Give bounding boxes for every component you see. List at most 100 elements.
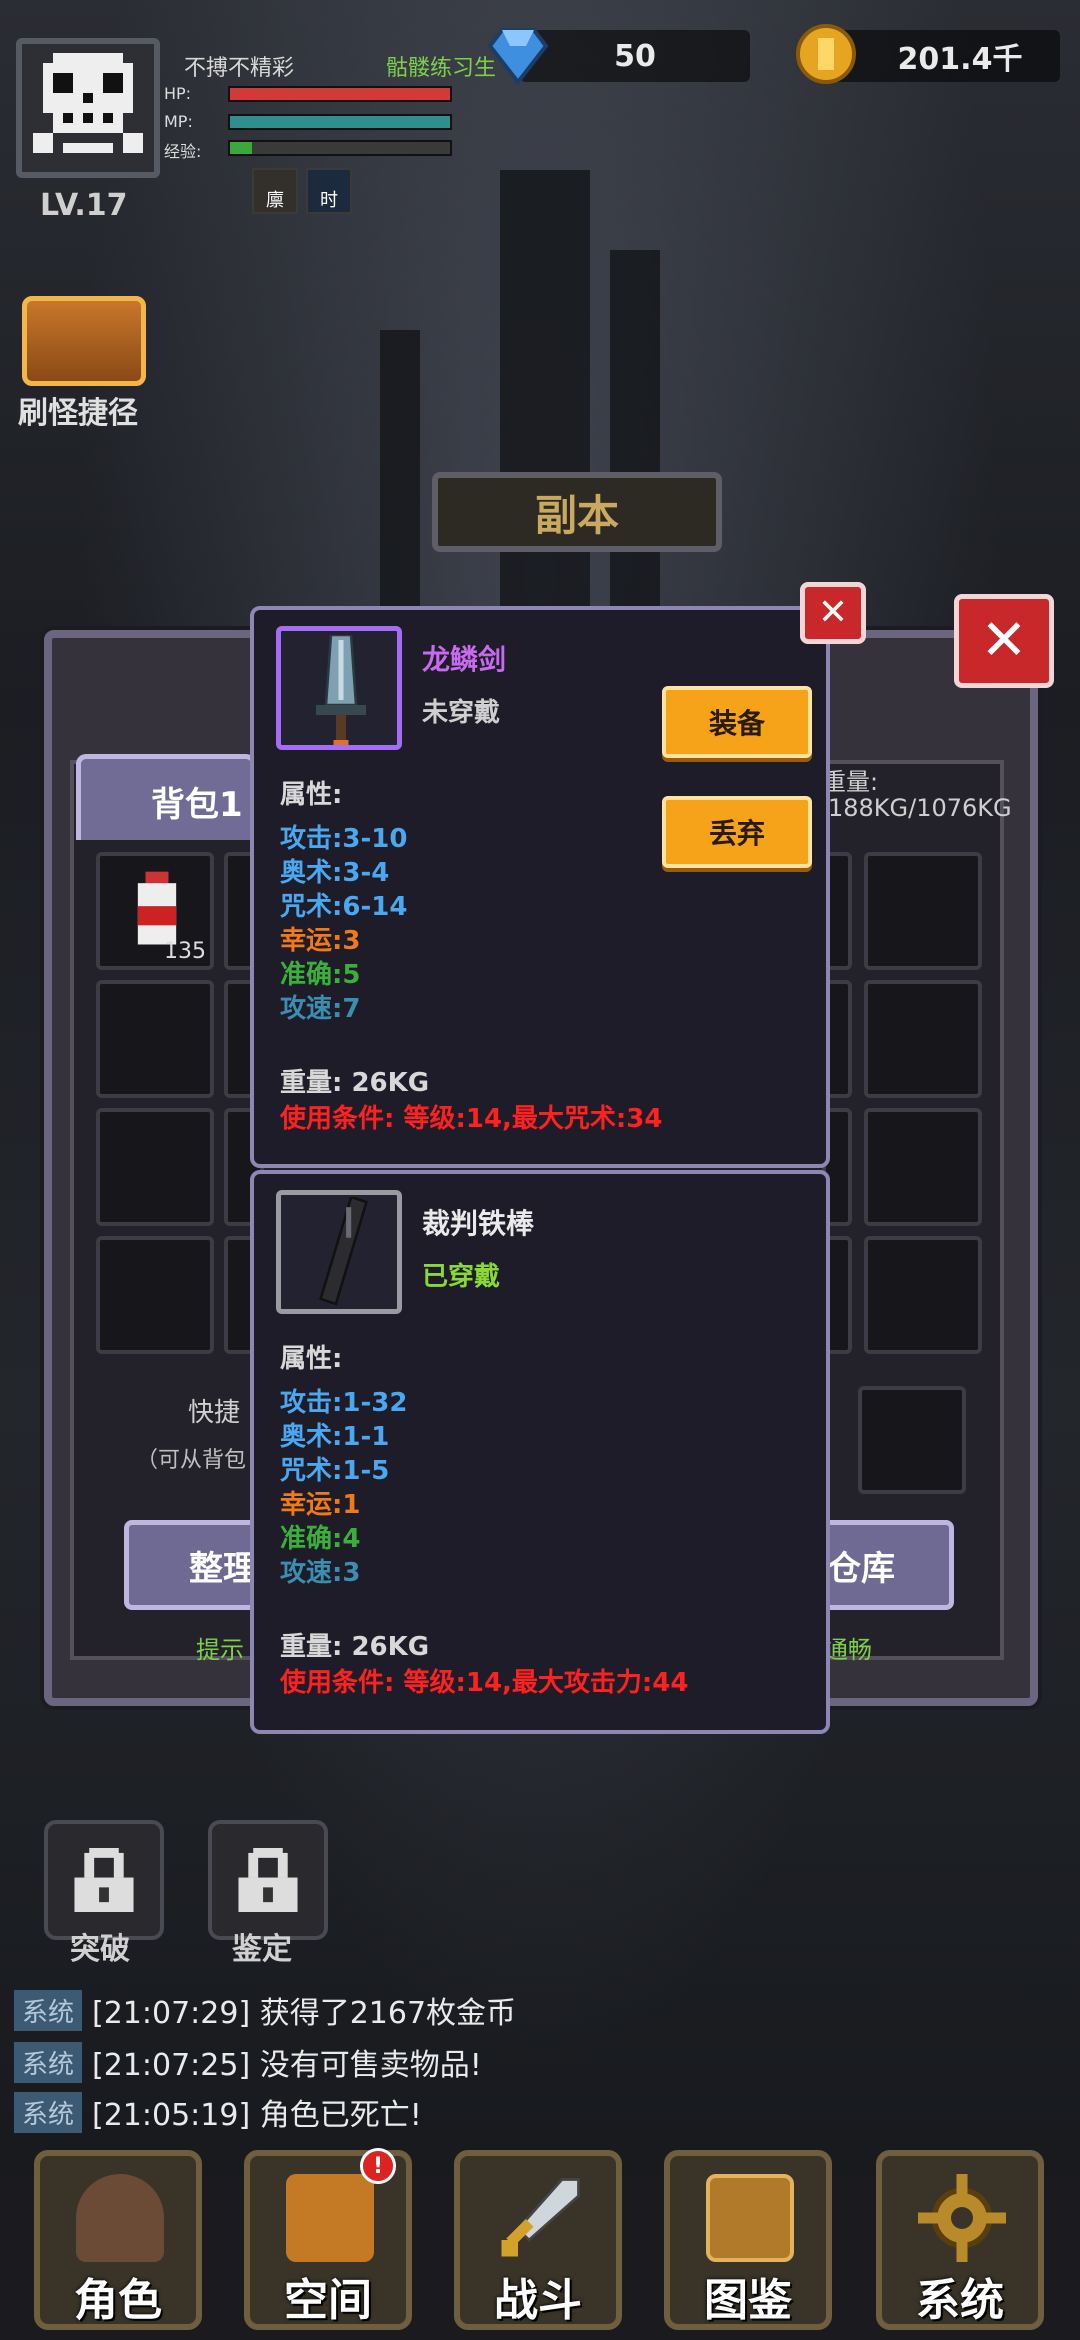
inventory-slot[interactable] [864,980,982,1098]
time-buff-icon[interactable]: 时 [306,168,352,214]
item-equip-state: 已穿戴 [422,1262,501,1292]
attributes-title: 属性: [280,1344,343,1374]
nav-space[interactable]: ! 空间 [244,2148,412,2330]
breakthrough-button[interactable] [44,1820,164,1940]
discard-button-label: 丢弃 [708,817,765,850]
notification-badge: ! [360,2148,396,2184]
player-title: 骷髅练习生 [386,56,497,81]
tooltip-close-button[interactable]: ✕ [800,582,866,644]
nav-battle-label: 战斗 [494,2275,582,2326]
nav-system[interactable]: 系统 [876,2150,1044,2330]
appraise-label: 鉴定 [232,1932,292,1967]
equip-button[interactable]: 装备 [662,686,812,758]
attr-attack: 攻击:1-32 [280,1388,408,1418]
backpack-weight-label: 重量: [822,768,879,796]
buff-icon[interactable]: 廪 [252,168,298,214]
chest-icon [286,2174,374,2262]
nav-codex-label: 图鉴 [704,2275,792,2326]
item-equip-state: 未穿戴 [422,698,501,728]
inventory-slot[interactable] [864,1108,982,1226]
gem-counter: 50 [520,30,750,82]
attr-curse: 咒术:1-5 [280,1456,390,1486]
log-tag: 系统 [14,2091,83,2133]
attr-arcane: 奥术:1-1 [280,1422,390,1452]
hp-label: HP: [164,84,192,103]
inventory-slot[interactable] [96,1236,214,1354]
log-entry: 系统 [21:07:25] 没有可售卖物品! [14,2041,482,2083]
inventory-slot[interactable] [96,980,214,1098]
exp-bar [228,140,452,156]
mp-bar-fill [230,116,450,128]
nav-system-label: 系统 [916,2275,1004,2326]
dungeon-button[interactable]: 副本 [432,472,722,552]
hp-bar-fill [230,88,450,100]
attr-arcane: 奥术:3-4 [280,858,390,888]
item-condition: 使用条件: 等级:14,最大攻击力:44 [280,1668,689,1698]
nav-character[interactable]: 角色 [34,2150,202,2330]
iron-club-icon [319,1197,369,1306]
sort-button-label: 整理 [189,1548,257,1589]
hint-text-right: 通畅 [824,1636,872,1664]
discard-button[interactable]: 丢弃 [662,796,812,868]
nav-codex[interactable]: 图鉴 [664,2150,832,2330]
player-avatar[interactable] [16,38,160,178]
inventory-slot[interactable] [864,852,982,970]
item-tooltip-equipped: 裁判铁棒 已穿戴 属性: 攻击:1-32 奥术:1-1 咒术:1-5 幸运:1 … [250,1170,830,1734]
item-tooltip-new: 龙鳞剑 未穿戴 装备 丢弃 属性: 攻击:3-10 奥术:3-4 咒术:6-14… [250,606,830,1168]
gold-coin-icon [796,24,856,84]
appraise-button[interactable] [208,1820,328,1940]
inventory-slot[interactable]: 135 [96,852,214,970]
quick-slot-label: 快捷 [188,1398,241,1428]
diamond-icon [487,28,549,86]
sword-icon [501,2178,580,2257]
dungeon-label: 副本 [534,490,619,540]
gold-count: 201.4千 [897,42,1023,77]
item-weight: 重量: 26KG [280,1632,430,1662]
log-text: [21:07:29] 获得了2167枚金币 [92,1996,517,2031]
attr-speed: 攻速:3 [280,1558,361,1588]
lock-icon [74,1848,134,1912]
potion-icon [137,871,177,945]
inventory-slot[interactable] [96,1108,214,1226]
inventory-slot[interactable] [864,1236,982,1354]
log-text: [21:05:19] 角色已死亡! [92,2098,422,2133]
attr-curse: 咒术:6-14 [280,892,408,922]
item-name: 龙鳞剑 [422,643,507,676]
warehouse-button[interactable]: 仓库 [818,1520,954,1610]
exp-bar-fill [230,142,252,154]
tab-backpack-1[interactable]: 背包1 [76,754,256,840]
nav-space-label: 空间 [284,2275,372,2326]
player-level: LV.17 [40,188,128,223]
item-icon-frame [276,626,402,750]
item-weight: 重量: 26KG [280,1068,430,1098]
item-icon-frame [276,1190,402,1314]
panel-close-button[interactable]: ✕ [954,594,1054,688]
close-icon: ✕ [980,608,1028,673]
log-tag: 系统 [14,2041,83,2083]
treasure-chest-icon[interactable] [22,296,146,386]
log-text: [21:07:25] 没有可售卖物品! [92,2048,482,2083]
exp-label: 经验: [164,142,202,161]
quick-slot-hint: （可从背包 [136,1448,247,1473]
shortcut-label[interactable]: 刷怪捷径 [18,388,138,432]
nav-battle[interactable]: 战斗 [454,2150,622,2330]
item-quantity: 135 [164,939,206,964]
breakthrough-label: 突破 [70,1932,130,1967]
attr-attack: 攻击:3-10 [280,824,408,854]
gem-count: 50 [614,38,656,74]
mp-bar [228,114,452,130]
sort-button[interactable]: 整理 [124,1520,264,1610]
close-icon: ✕ [817,592,849,633]
mp-label: MP: [164,112,193,131]
attr-accuracy: 准确:5 [280,960,361,990]
attr-luck: 幸运:1 [280,1490,361,1520]
log-entry: 系统 [21:07:29] 获得了2167枚金币 [14,1989,517,2031]
item-name: 裁判铁棒 [422,1207,535,1240]
quick-slot[interactable] [858,1386,966,1494]
equip-button-label: 装备 [708,707,765,740]
warehouse-button-label: 仓库 [827,1548,895,1589]
attributes-title: 属性: [280,780,343,810]
book-icon [706,2174,794,2262]
skull-icon [33,53,143,153]
nav-character-label: 角色 [74,2275,162,2326]
